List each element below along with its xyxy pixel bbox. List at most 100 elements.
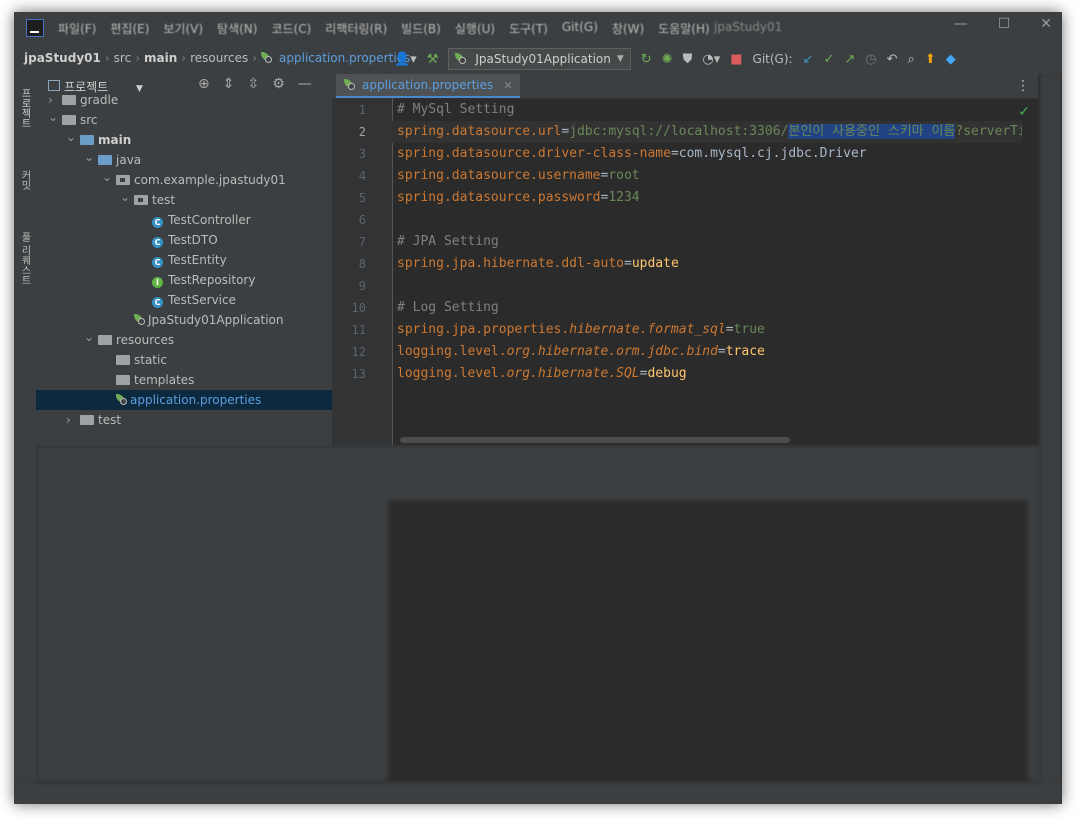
tree-item[interactable]: ⌄ resources <box>36 330 332 350</box>
tree-item[interactable]: static <box>36 350 332 370</box>
ide-window: 파일(F) 편집(E) 보기(V) 탐색(N) 코드(C) 리팩터링(R) 빌드(B) 실행(… <box>14 12 1062 804</box>
code-line[interactable]: logging.level.org.hibernate.orm.jdbc.bin… <box>397 341 765 363</box>
tree-item[interactable]: › gradle <box>36 90 332 110</box>
tree-item[interactable]: ⌄ main <box>36 130 332 150</box>
tree-item[interactable]: JpaStudy01Application <box>36 310 332 330</box>
tree-item[interactable]: C TestService <box>36 290 332 310</box>
maximize-icon[interactable]: ☐ <box>998 16 1011 32</box>
tree-item-label: TestController <box>168 213 251 227</box>
chevron-right-icon[interactable]: › <box>66 413 71 427</box>
menu-item-7[interactable]: 실행(U) <box>455 20 495 37</box>
close-tab-icon[interactable]: ✕ <box>503 79 512 92</box>
tree-item[interactable]: ⌄ com.example.jpastudy01 <box>36 170 332 190</box>
window-title: jpaStudy01 <box>714 20 783 34</box>
main-toolbar: 👤▾ ⚒ JpaStudy01Application ▼ ↻ ✺ ⛊ ◔▾ ■ … <box>394 48 956 70</box>
code-token: logging.level. <box>397 344 507 359</box>
coverage-shield-icon[interactable]: ⛊ <box>683 52 693 67</box>
breadcrumb-project[interactable]: jpaStudy01 <box>24 51 101 65</box>
rerun-icon[interactable]: ↻ <box>641 52 652 67</box>
tree-item[interactable]: C TestDTO <box>36 230 332 250</box>
code-line[interactable]: logging.level.org.hibernate.SQL=debug <box>397 363 687 385</box>
menu-item-0[interactable]: 파일(F) <box>58 20 96 37</box>
chevron-down-icon[interactable]: ⌄ <box>120 190 130 204</box>
line-number: 3 <box>358 147 366 161</box>
chevron-down-icon[interactable]: ⌄ <box>48 110 58 124</box>
jetbrains-toolbox-icon[interactable]: ◆ <box>946 52 956 67</box>
chevron-right-icon[interactable]: › <box>48 93 53 107</box>
run-configuration-select[interactable]: JpaStudy01Application ▼ <box>448 48 631 70</box>
menu-item-3[interactable]: 탐색(N) <box>217 20 257 37</box>
tree-item-label: TestService <box>168 293 236 307</box>
breadcrumb-resources[interactable]: resources <box>190 51 248 65</box>
close-icon[interactable]: ✕ <box>1040 16 1052 32</box>
tree-item[interactable]: application.properties <box>36 390 332 410</box>
editor-horizontal-scrollbar[interactable] <box>400 437 790 443</box>
status-bar-blurred <box>14 782 1062 804</box>
side-tab-commit[interactable]: 커밋 <box>17 170 32 190</box>
tree-item-label: resources <box>116 333 175 347</box>
code-line[interactable]: spring.datasource.username=root <box>397 165 640 187</box>
breadcrumb-src[interactable]: src <box>114 51 132 65</box>
stop-icon[interactable]: ■ <box>730 52 742 67</box>
code-line[interactable]: # Log Setting <box>397 297 499 319</box>
menu-item-11[interactable]: 도움말(H) <box>658 20 710 37</box>
menu-item-10[interactable]: 창(W) <box>612 20 644 37</box>
tree-item[interactable]: I TestRepository <box>36 270 332 290</box>
code-line[interactable]: # MySql Setting <box>397 99 514 121</box>
rollback-undo-icon[interactable]: ↶ <box>887 52 898 67</box>
interface-icon: I <box>152 277 163 288</box>
line-number: 9 <box>358 279 366 293</box>
chevron-down-icon[interactable]: ⌄ <box>84 330 94 344</box>
side-tab-project[interactable]: 프로젝트 <box>17 88 32 128</box>
git-commit-check-icon[interactable]: ✓ <box>823 52 834 67</box>
breadcrumb-file[interactable]: application.properties <box>279 51 410 65</box>
tree-item-label: test <box>152 193 176 207</box>
menu-item-5[interactable]: 리팩터링(R) <box>325 20 387 37</box>
debug-bug-icon[interactable]: ✺ <box>662 52 673 67</box>
line-number: 4 <box>358 169 366 183</box>
update-available-icon[interactable]: ⬆ <box>925 52 936 67</box>
tree-item-label: JpaStudy01Application <box>148 313 284 327</box>
folder-icon <box>62 115 76 125</box>
tree-item[interactable]: ⌄ java <box>36 150 332 170</box>
tree-item[interactable]: C TestController <box>36 210 332 230</box>
bottom-panel-header <box>36 446 1040 473</box>
tree-item[interactable]: ⌄ test <box>36 190 332 210</box>
code-line[interactable]: spring.datasource.driver-class-name=com.… <box>397 143 867 165</box>
editor-tab-application-properties[interactable]: application.properties ✕ <box>336 74 521 98</box>
menu-item-8[interactable]: 도구(T) <box>509 20 548 37</box>
code-line[interactable]: # JPA Setting <box>397 231 499 253</box>
folder-icon <box>98 335 112 345</box>
breadcrumb-main[interactable]: main <box>144 51 177 65</box>
tree-item[interactable]: templates <box>36 370 332 390</box>
menu-item-9[interactable]: Git(G) <box>562 20 598 37</box>
code-line[interactable]: spring.datasource.url=jdbc:mysql://local… <box>392 121 1022 143</box>
git-update-icon[interactable]: ↙ <box>803 52 814 67</box>
no-problems-check-icon[interactable]: ✓ <box>1018 104 1030 120</box>
package-icon <box>134 195 148 205</box>
history-clock-icon[interactable]: ◷ <box>865 52 876 67</box>
minimize-icon[interactable]: — <box>954 16 968 32</box>
menu-item-1[interactable]: 편집(E) <box>110 20 149 37</box>
menu-item-6[interactable]: 빌드(B) <box>401 20 441 37</box>
menu-item-4[interactable]: 코드(C) <box>271 20 311 37</box>
code-line[interactable]: spring.datasource.password=1234 <box>397 187 640 209</box>
code-area[interactable]: # MySql Setting spring.datasource.url=jdb… <box>392 98 1022 446</box>
side-tab-pull-requests[interactable]: 풀 리퀘스트 <box>17 232 32 285</box>
tree-item[interactable]: C TestEntity <box>36 250 332 270</box>
user-icon[interactable]: 👤▾ <box>394 52 417 67</box>
build-hammer-icon[interactable]: ⚒ <box>427 52 439 67</box>
menu-item-2[interactable]: 보기(V) <box>163 20 203 37</box>
code-line[interactable]: spring.jpa.hibernate.ddl-auto=update <box>397 253 679 275</box>
chevron-down-icon[interactable]: ⌄ <box>102 170 112 184</box>
chevron-down-icon[interactable]: ⌄ <box>84 150 94 164</box>
chevron-down-icon[interactable]: ⌄ <box>66 130 76 144</box>
code-line[interactable]: spring.jpa.properties.hibernate.format_s… <box>397 319 765 341</box>
git-push-icon[interactable]: ↗ <box>844 52 855 67</box>
profiler-icon[interactable]: ◔▾ <box>702 52 720 67</box>
tree-item[interactable]: › test <box>36 410 332 430</box>
more-options-icon[interactable]: ⋮ <box>1016 78 1030 94</box>
breadcrumb: jpaStudy01 › src › main › resources › ap… <box>24 51 410 65</box>
search-icon[interactable]: ⌕ <box>908 52 915 67</box>
tree-item[interactable]: ⌄ src <box>36 110 332 130</box>
